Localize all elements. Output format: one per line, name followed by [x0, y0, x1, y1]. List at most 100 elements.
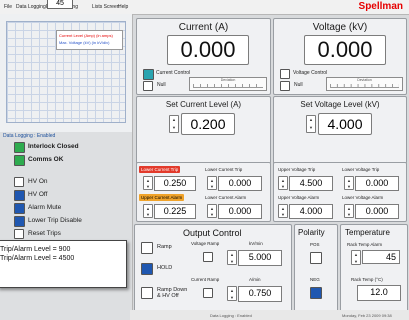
upper-current-alarm-input[interactable]: 0.225	[154, 204, 196, 219]
temperature-title: Temperature	[345, 228, 390, 237]
upper-voltage-trip-spinner[interactable]: ▲ ▼	[278, 176, 288, 190]
rack-temp-label: Rack Temp (°C)	[351, 277, 383, 282]
upper-voltage-trip-input[interactable]: 4.500	[289, 176, 333, 191]
set-current-spinner[interactable]: ▲ ▼	[169, 115, 179, 133]
a-min-spinner[interactable]: ▲ ▼	[227, 286, 237, 301]
kv-min-spinner[interactable]: ▲ ▼	[227, 250, 237, 265]
reset-trips-label: Reset Trips	[28, 230, 61, 237]
ramp-checkbox[interactable]	[141, 242, 153, 254]
a-min-input[interactable]: 0.750	[238, 286, 282, 302]
hv-on-label: HV On	[28, 178, 48, 185]
upper-voltage-alarm-label: Upper Voltage Alarm	[278, 195, 320, 200]
upper-voltage-alarm-spinner[interactable]: ▲ ▼	[278, 204, 288, 218]
upper-current-trip-spinner[interactable]: ▲ ▼	[143, 176, 153, 190]
voltage-trip-panel: Upper Voltage Trip Lower Voltage Trip ▲ ▼…	[273, 162, 407, 222]
current-ramp-checkbox[interactable]	[203, 288, 213, 298]
status-data-logging: Data Logging : Enabled	[210, 313, 252, 318]
voltage-ramp-label: Voltage Ramp	[191, 241, 220, 246]
polarity-title: Polarity	[298, 228, 325, 237]
upper-current-alarm-spinner[interactable]: ▲ ▼	[143, 204, 153, 218]
hv-off-button[interactable]	[14, 190, 25, 201]
current-panel: Current (A) 0.000 Current Control Null D…	[136, 18, 271, 95]
menu-data-logging[interactable]: Data Logging	[16, 4, 46, 10]
voltage-control-label: Voltage Control	[293, 70, 328, 76]
comms-led-icon	[14, 155, 25, 166]
output-control-title: Output Control	[183, 228, 242, 238]
data-logging-status: Data Logging : Enabled	[3, 133, 56, 139]
set-voltage-spinner[interactable]: ▲ ▼	[306, 115, 316, 133]
set-voltage-input[interactable]: 4.000	[318, 113, 372, 135]
current-deviation-meter: Deviation	[189, 77, 267, 91]
lower-current-alarm-spinner[interactable]: ▲ ▼	[207, 204, 217, 218]
left-status-panel: Data Logging : Enabled Interlock Closed …	[0, 132, 133, 320]
current-null-checkbox[interactable]	[143, 81, 153, 91]
lower-voltage-alarm-label: Lower Voltage Alarm	[342, 195, 384, 200]
set-voltage-title: Set Voltage Level (kV)	[300, 100, 380, 109]
note-line-2: Trip/Alarm Level = 4500	[0, 255, 75, 262]
hv-off-label: HV Off	[28, 191, 48, 198]
status-datetime: Monday, Feb 23 2009 09:38	[342, 313, 392, 318]
lower-current-alarm-label: Lower Current Alarm	[205, 195, 247, 200]
upper-voltage-alarm-input[interactable]: 4.000	[289, 204, 333, 219]
lower-current-trip-input[interactable]: 0.000	[218, 176, 262, 191]
set-current-title: Set Current Level (A)	[165, 100, 242, 109]
lower-current-alarm-input[interactable]: 0.000	[218, 204, 262, 219]
current-title: Current (A)	[178, 22, 229, 33]
lower-voltage-trip-spinner[interactable]: ▲ ▼	[344, 176, 354, 190]
chart-legend: Current Level (Amp) (in amps) Max. Volta…	[56, 30, 123, 50]
current-null-label: Null	[157, 82, 166, 88]
current-control-indicator[interactable]	[143, 69, 154, 80]
neg-label: NEG	[310, 277, 320, 282]
chart-area: Current Level (Amp) (in amps) Max. Volta…	[0, 14, 133, 132]
current-set-panel: Set Current Level (A) ▲ ▼ 0.200	[136, 96, 271, 164]
voltage-null-checkbox[interactable]	[280, 81, 290, 91]
pos-label: POS	[310, 242, 320, 247]
brand-logo: Spellman	[358, 1, 403, 12]
voltage-deviation-label: Deviation	[357, 78, 372, 82]
upper-voltage-trip-label: Upper Voltage Trip	[278, 167, 316, 172]
voltage-null-label: Null	[294, 82, 303, 88]
menu-help[interactable]: Help	[118, 4, 128, 10]
hold-label: HOLD	[157, 265, 173, 271]
hv-on-checkbox[interactable]	[14, 177, 24, 187]
temperature-panel: Temperature Rack Temp Alarm ▲ ▼ 45 Rack T…	[340, 224, 408, 312]
voltage-deviation-meter: Deviation	[326, 77, 403, 91]
reset-trips-checkbox[interactable]	[14, 229, 24, 239]
kv-min-label: kV/min	[249, 241, 263, 246]
lower-voltage-trip-input[interactable]: 0.000	[355, 176, 399, 191]
lower-voltage-alarm-spinner[interactable]: ▲ ▼	[344, 204, 354, 218]
pos-checkbox[interactable]	[310, 252, 322, 264]
output-control-panel: Output Control Ramp HOLD Ramp Down & HV …	[134, 224, 292, 312]
upper-current-trip-input[interactable]: 0.250	[154, 176, 196, 191]
voltage-set-panel: Set Voltage Level (kV) ▲ ▼ 4.000	[273, 96, 407, 164]
voltage-readout: 0.000	[304, 35, 386, 65]
lower-trip-disable-label: Lower Trip Disable	[28, 217, 82, 224]
alarm-mute-label: Alarm Mute	[28, 204, 62, 211]
trip-alarm-note: Trip/Alarm Level = 900 Trip/Alarm Level …	[0, 240, 127, 288]
rack-temp-alarm-input[interactable]: 45	[362, 250, 400, 264]
lower-voltage-alarm-input[interactable]: 0.000	[355, 204, 399, 219]
current-ramp-label: Current Ramp	[191, 277, 220, 282]
alarm-mute-button[interactable]	[14, 203, 25, 214]
voltage-control-checkbox[interactable]	[280, 69, 290, 79]
set-current-input[interactable]: 0.200	[181, 113, 235, 135]
rack-temp-readout: 12.0	[357, 285, 401, 301]
lower-voltage-trip-label: Lower Voltage Trip	[342, 167, 380, 172]
hold-button[interactable]	[141, 263, 153, 275]
lower-current-trip-spinner[interactable]: ▲ ▼	[207, 176, 217, 190]
menu-lists-screen[interactable]: Lists Screen	[92, 4, 120, 10]
current-readout: 0.000	[167, 35, 249, 65]
upper-current-trip-tag: Lower Current Trip	[139, 166, 181, 173]
neg-button[interactable]	[310, 287, 322, 299]
voltage-ramp-checkbox[interactable]	[203, 252, 213, 262]
ramp-down-checkbox[interactable]	[141, 287, 153, 299]
lower-current-trip-label: Lower Current Trip	[205, 167, 243, 172]
menu-file[interactable]: File	[4, 4, 12, 10]
rack-temp-alarm-spinner[interactable]: ▲ ▼	[351, 250, 361, 265]
kv-min-input[interactable]: 5.000	[238, 250, 282, 266]
ramp-label: Ramp	[157, 244, 172, 250]
top-counter: 45	[47, 0, 73, 9]
legend-voltage: Max. Voltage (kV) (in kV/div)	[59, 40, 110, 45]
lower-trip-disable-button[interactable]	[14, 216, 25, 227]
voltage-title: Voltage (kV)	[312, 22, 368, 33]
